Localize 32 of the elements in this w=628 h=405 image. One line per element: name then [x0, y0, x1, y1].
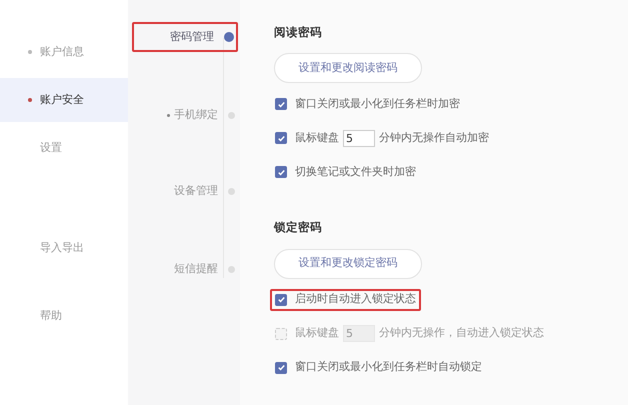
subnav-item[interactable]: 手机绑定: [132, 100, 238, 130]
set-password-button[interactable]: 设置和更改锁定密码: [274, 248, 422, 278]
option-label: 窗口关闭或最小化到任务栏时自动锁定: [295, 359, 482, 376]
option-label: 启动时自动进入锁定状态: [295, 291, 416, 308]
checkbox[interactable]: [275, 132, 287, 144]
section-title: 锁定密码: [274, 219, 323, 236]
option-label: 窗口关闭或最小化到任务栏时加密: [295, 96, 460, 112]
subnav-item[interactable]: 短信提醒: [132, 254, 238, 284]
sidebar-item[interactable]: 账户安全: [0, 78, 128, 122]
checkbox[interactable]: [275, 362, 287, 374]
check-icon: [276, 168, 286, 177]
subnav-item[interactable]: 设备管理: [132, 176, 238, 206]
option-label: 分钟内无操作，自动进入锁定状态: [379, 325, 544, 342]
check-icon: [276, 134, 286, 143]
checkbox[interactable]: [275, 98, 287, 110]
subnav-item[interactable]: 密码管理: [132, 22, 238, 52]
minutes-field[interactable]: 5: [343, 130, 375, 147]
check-icon: [276, 363, 286, 372]
option-label: 切换笔记或文件夹时加密: [295, 164, 416, 180]
option-label: 鼠标键盘: [295, 325, 339, 342]
option-label: 鼠标键盘: [295, 130, 339, 146]
sidebar-item[interactable]: 导入导出: [0, 226, 128, 270]
sidebar-item[interactable]: 帮助: [0, 294, 128, 338]
sidebar-item[interactable]: 设置: [0, 126, 128, 170]
checkbox[interactable]: [275, 166, 287, 178]
sidebar-item[interactable]: 账户信息: [0, 30, 128, 74]
set-password-button[interactable]: 设置和更改阅读密码: [274, 53, 422, 84]
section-title: 阅读密码: [274, 24, 323, 41]
check-icon: [276, 295, 286, 304]
option-label: 分钟内无操作自动加密: [379, 130, 489, 146]
check-icon: [276, 100, 286, 109]
checkbox[interactable]: [275, 294, 287, 306]
